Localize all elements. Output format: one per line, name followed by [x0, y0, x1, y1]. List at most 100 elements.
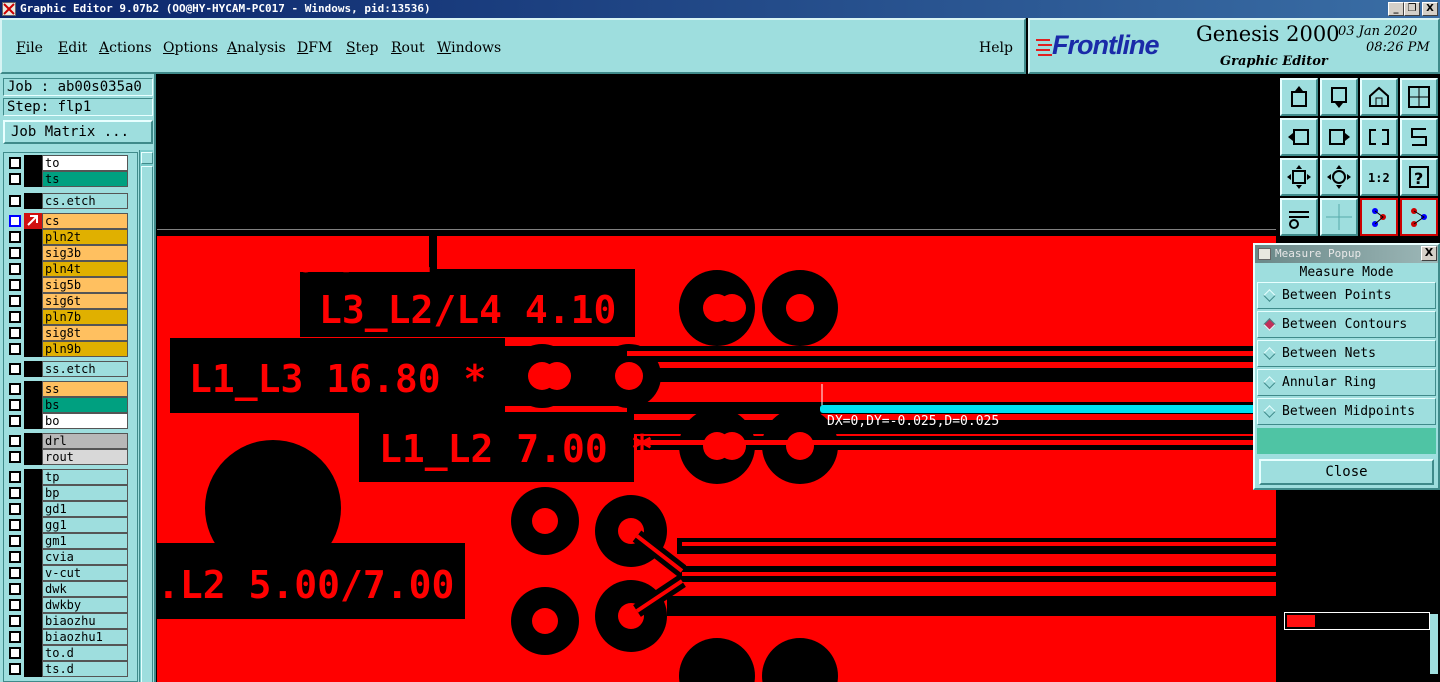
layer-name[interactable]: to: [42, 155, 128, 171]
layer-color-swatch[interactable]: [24, 581, 42, 597]
help-button[interactable]: ?: [1400, 158, 1438, 196]
layer-row[interactable]: bs: [6, 397, 128, 413]
net-button-2[interactable]: [1400, 198, 1438, 236]
menu-rout[interactable]: Rout: [391, 40, 425, 56]
layer-color-swatch[interactable]: [24, 549, 42, 565]
layer-color-swatch[interactable]: [24, 155, 42, 171]
layer-name[interactable]: dwkby: [42, 597, 128, 613]
layer-row[interactable]: biaozhu: [6, 613, 128, 629]
menu-edit[interactable]: Edit: [58, 40, 87, 56]
layer-name[interactable]: drl: [42, 433, 128, 449]
layer-name[interactable]: ts.d: [42, 661, 128, 677]
layer-checkbox[interactable]: [9, 399, 21, 411]
zoom-down-button[interactable]: [1320, 78, 1358, 116]
mirror-button[interactable]: [1360, 118, 1398, 156]
layer-checkbox[interactable]: [9, 311, 21, 323]
menu-help[interactable]: Help: [979, 40, 1013, 56]
maximize-button[interactable]: ❐: [1404, 2, 1420, 16]
layer-checkbox[interactable]: [9, 247, 21, 259]
layer-color-swatch[interactable]: [24, 325, 42, 341]
layer-name[interactable]: to.d: [42, 645, 128, 661]
layer-name[interactable]: gg1: [42, 517, 128, 533]
layer-checkbox[interactable]: [9, 435, 21, 447]
pan-right-button[interactable]: [1320, 118, 1358, 156]
menu-analysis[interactable]: Analysis: [227, 40, 286, 56]
layer-name[interactable]: v-cut: [42, 565, 128, 581]
layer-row[interactable]: dwkby: [6, 597, 128, 613]
layer-checkbox[interactable]: [9, 451, 21, 463]
layer-color-swatch[interactable]: [24, 565, 42, 581]
layer-row[interactable]: pln2t: [6, 229, 128, 245]
layer-row[interactable]: ts.d: [6, 661, 128, 677]
home-button[interactable]: [1360, 78, 1398, 116]
layer-checkbox[interactable]: [9, 327, 21, 339]
layer-color-swatch[interactable]: [24, 277, 42, 293]
app-icon[interactable]: [2, 2, 16, 16]
layer-color-swatch[interactable]: [24, 469, 42, 485]
layer-checkbox[interactable]: [9, 615, 21, 627]
layer-name[interactable]: sig8t: [42, 325, 128, 341]
layer-color-swatch[interactable]: [24, 229, 42, 245]
layer-checkbox[interactable]: [9, 503, 21, 515]
layer-color-swatch[interactable]: [24, 381, 42, 397]
layer-row[interactable]: bo: [6, 413, 128, 429]
layer-name[interactable]: pln2t: [42, 229, 128, 245]
layer-color-swatch[interactable]: [24, 293, 42, 309]
layer-checkbox[interactable]: [9, 551, 21, 563]
layer-row[interactable]: pln4t: [6, 261, 128, 277]
layer-row[interactable]: sig3b: [6, 245, 128, 261]
layer-color-swatch[interactable]: [24, 397, 42, 413]
zoom-center-button[interactable]: [1320, 158, 1358, 196]
scroll-up-arrow-icon[interactable]: [141, 152, 153, 164]
option-between-midpoints[interactable]: Between Midpoints: [1257, 398, 1436, 425]
measure-close-button[interactable]: Close: [1259, 459, 1434, 485]
settings-button[interactable]: [1280, 198, 1318, 236]
layer-name[interactable]: pln9b: [42, 341, 128, 357]
layer-checkbox[interactable]: [9, 279, 21, 291]
layer-checkbox[interactable]: [9, 215, 21, 227]
layer-row[interactable]: sig8t: [6, 325, 128, 341]
layer-color-swatch[interactable]: [24, 629, 42, 645]
layer-name[interactable]: bo: [42, 413, 128, 429]
layer-color-swatch[interactable]: [24, 361, 42, 377]
layer-row[interactable]: drl: [6, 433, 128, 449]
layer-checkbox[interactable]: [9, 535, 21, 547]
option-annular-ring[interactable]: Annular Ring: [1257, 369, 1436, 396]
layer-color-swatch[interactable]: [24, 449, 42, 465]
layer-scrollbar[interactable]: [139, 150, 153, 682]
layer-checkbox[interactable]: [9, 487, 21, 499]
layer-checkbox[interactable]: [9, 583, 21, 595]
layer-checkbox[interactable]: [9, 599, 21, 611]
layer-row[interactable]: biaozhu1: [6, 629, 128, 645]
layer-checkbox[interactable]: [9, 567, 21, 579]
layer-row[interactable]: to: [6, 155, 128, 171]
layer-checkbox[interactable]: [9, 173, 21, 185]
menu-windows[interactable]: Windows: [437, 40, 501, 56]
layer-checkbox[interactable]: [9, 383, 21, 395]
snake-button[interactable]: [1400, 118, 1438, 156]
layer-name[interactable]: gm1: [42, 533, 128, 549]
layer-name[interactable]: dwk: [42, 581, 128, 597]
layer-name[interactable]: cs: [42, 213, 128, 229]
layer-name[interactable]: sig6t: [42, 293, 128, 309]
layer-color-swatch[interactable]: [24, 501, 42, 517]
layer-name[interactable]: cs.etch: [42, 193, 128, 209]
layer-color-swatch[interactable]: [24, 261, 42, 277]
net-button-1[interactable]: [1360, 198, 1398, 236]
zoom-up-button[interactable]: [1280, 78, 1318, 116]
layer-color-swatch[interactable]: [24, 613, 42, 629]
layer-row[interactable]: rout: [6, 449, 128, 465]
option-between-points[interactable]: Between Points: [1257, 282, 1436, 309]
layer-name[interactable]: sig5b: [42, 277, 128, 293]
layer-name[interactable]: biaozhu: [42, 613, 128, 629]
menu-step[interactable]: Step: [346, 40, 378, 56]
layer-row[interactable]: to.d: [6, 645, 128, 661]
overview-scrollbar[interactable]: [1430, 614, 1438, 674]
graphic-canvas[interactable]: 0S035A0 FLP1 L3_L2/L4 4.10 * L1_L3 16.80…: [157, 76, 1276, 682]
layer-row[interactable]: pln9b: [6, 341, 128, 357]
layer-checkbox[interactable]: [9, 631, 21, 643]
layer-name[interactable]: cvia: [42, 549, 128, 565]
layer-name[interactable]: pln7b: [42, 309, 128, 325]
layer-checkbox[interactable]: [9, 343, 21, 355]
layer-color-swatch[interactable]: [24, 433, 42, 449]
